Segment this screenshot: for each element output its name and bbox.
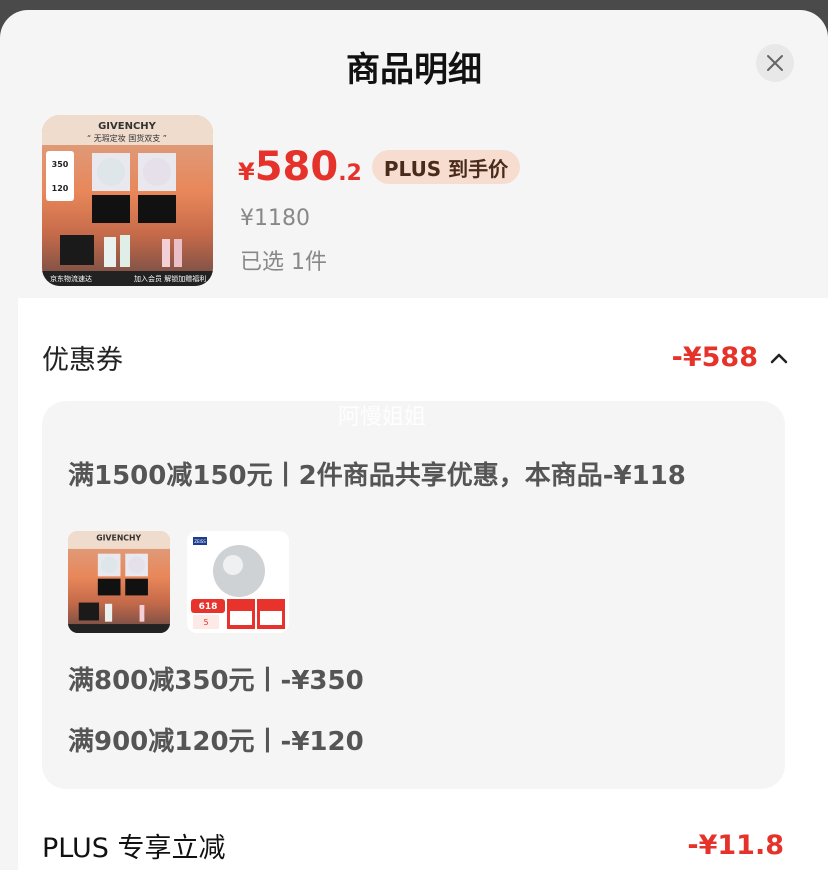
price-symbol: ¥ (238, 158, 255, 186)
coupon-item-thumbnail-zeiss[interactable]: ZEISS 618 5 (187, 531, 289, 633)
svg-text:5: 5 (203, 618, 208, 627)
price-integer: 580 (254, 144, 339, 190)
plus-discount-row: PLUS 专享立减 -¥11.8 (42, 826, 784, 865)
coupon-rule-2: 满800减350元丨-¥350 (68, 666, 364, 696)
chevron-up-icon[interactable] (770, 352, 788, 364)
plus-discount-label: PLUS 专享立减 (42, 833, 226, 864)
svg-text:350: 350 (52, 160, 69, 169)
discount-panel: 优惠券 -¥588 阿慢姐姐 满1500减150元丨2件商品共享优惠，本商品-¥… (18, 298, 828, 870)
zeiss-product-image: ZEISS 618 5 (187, 531, 289, 633)
product-thumbnail[interactable]: GIVENCHY “ 无瑕定妆 国货双支 ” 350 120 京东物流速达 加入… (42, 115, 213, 286)
sheet-title: 商品明细 (346, 50, 482, 90)
close-icon (767, 55, 783, 71)
givenchy-product-image: GIVENCHY “ 无瑕定妆 国货双支 ” 350 120 京东物流速达 加入… (42, 115, 213, 286)
coupon-amount: -¥588 (672, 342, 788, 373)
coupon-rule-3: 满900减120元丨-¥120 (68, 727, 364, 757)
coupon-item-thumbnail-givenchy[interactable]: GIVENCHY (68, 531, 170, 633)
svg-text:ZEISS: ZEISS (194, 539, 206, 544)
svg-text:120: 120 (52, 184, 69, 193)
watermark-text: 阿慢姐姐 (338, 405, 427, 430)
svg-text:GIVENCHY: GIVENCHY (96, 534, 141, 543)
original-price: ¥1180 (240, 206, 310, 231)
price-row: ¥ 580 .2 PLUS 到手价 (238, 144, 521, 190)
plus-price-tag: PLUS 到手价 (371, 150, 521, 184)
product-detail-sheet: 商品明细 GIVENCHY “ 无瑕定妆 国货双支 ” 350 120 京东物流… (0, 10, 828, 870)
givenchy-product-image: GIVENCHY (68, 531, 170, 633)
selected-quantity: 已选 1件 (240, 250, 327, 275)
svg-text:“ 无瑕定妆 国货双支 ”: “ 无瑕定妆 国货双支 ” (87, 133, 167, 143)
svg-text:618: 618 (199, 602, 218, 612)
coupon-label: 优惠券 (42, 345, 123, 376)
price-decimal: .2 (338, 161, 362, 186)
coupon-amount-value: -¥588 (671, 342, 758, 373)
plus-discount-amount: -¥11.8 (687, 830, 784, 861)
promo-price: ¥ 580 .2 (238, 144, 362, 190)
close-button[interactable] (756, 44, 794, 82)
svg-text:GIVENCHY: GIVENCHY (98, 121, 157, 132)
coupon-header[interactable]: 优惠券 -¥588 (42, 338, 788, 377)
svg-text:加入会员 解锁加赠福利: 加入会员 解锁加赠福利 (134, 274, 206, 283)
coupon-detail-box: 阿慢姐姐 满1500减150元丨2件商品共享优惠，本商品-¥118 GIVENC… (42, 401, 785, 789)
svg-text:京东物流速达: 京东物流速达 (50, 274, 92, 283)
coupon-rule-1: 满1500减150元丨2件商品共享优惠，本商品-¥118 (68, 461, 686, 491)
